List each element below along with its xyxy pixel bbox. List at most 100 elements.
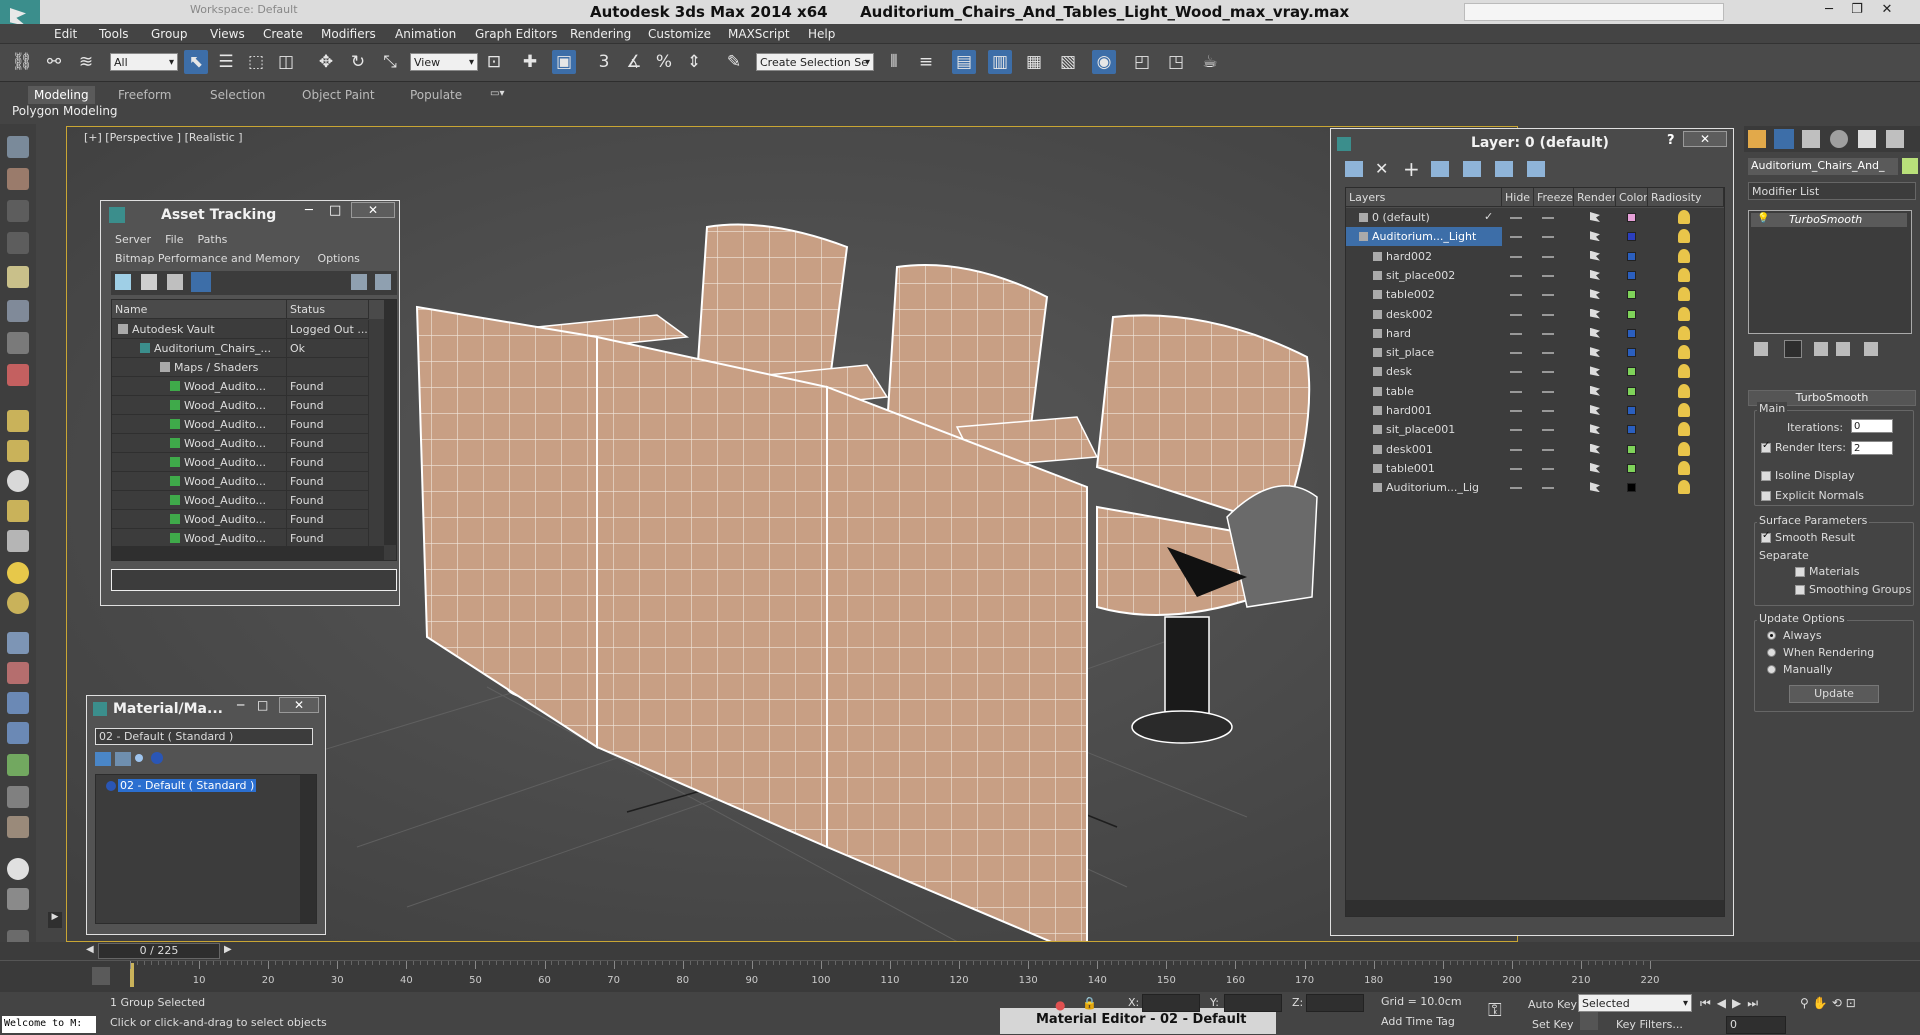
y-coordinate-field[interactable] [1224,994,1282,1012]
light-bulb-icon[interactable]: 💡 [1757,213,1769,224]
horizontal-scrollbar[interactable] [112,546,384,560]
layer-color-swatch[interactable] [1627,213,1636,222]
toggle-layer-manager-icon[interactable]: ▥ [988,50,1012,74]
gear-icon[interactable] [7,722,29,744]
tab-selection[interactable]: Selection [204,86,271,104]
always-radio[interactable] [1767,631,1776,640]
graphite-modeling-tools-icon[interactable]: ▦ [1022,50,1046,74]
freeze-toggle[interactable] [1542,487,1554,490]
menu-paths[interactable]: Paths [198,233,228,246]
rectangular-selection-icon[interactable]: ⬚ [244,50,268,74]
align-icon[interactable]: ≡ [914,50,938,74]
angle-snap-icon[interactable]: ∡ [622,50,646,74]
layer-row[interactable]: desk [1346,362,1724,381]
grid-icon[interactable] [7,232,29,254]
menu-views[interactable]: Views [210,27,245,41]
hide-toggle[interactable] [1510,217,1522,219]
create-layer-icon[interactable] [1345,161,1363,177]
close-button[interactable]: ✕ [351,202,395,218]
auto-key-button[interactable]: Auto Key [1528,998,1577,1011]
rendered-frame-window-icon[interactable]: ◳ [1164,50,1188,74]
close-button[interactable]: ✕ [279,697,319,713]
add-to-layer-icon[interactable]: + [1403,157,1420,181]
menu-rendering[interactable]: Rendering [570,27,631,41]
minimize-button[interactable]: ─ [237,698,244,712]
hide-toggle[interactable] [1510,236,1522,239]
freeze-toggle[interactable] [1542,217,1554,219]
tab-modeling[interactable]: Modeling [28,86,95,104]
hide-toggle[interactable] [1510,429,1522,432]
freeze-all-icon[interactable] [1527,161,1545,177]
freeze-toggle[interactable] [1542,274,1554,277]
table-row[interactable]: Wood_Audito... Found [112,453,384,472]
torus-icon[interactable] [7,500,29,522]
material-editor-icon[interactable]: ◉ [1092,50,1116,74]
render-toggle-icon[interactable] [1590,308,1600,319]
layer-color-swatch[interactable] [1627,251,1636,261]
radiosity-icon[interactable] [1678,306,1690,321]
menu-bitmap-performance[interactable]: Bitmap Performance and Memory [115,252,300,265]
render-toggle-icon[interactable] [1590,327,1600,338]
track-bar[interactable]: 10 20 30 40 50 60 70 80 90 100 110 120 130 140 150 160 1… [0,960,1920,992]
menu-graph-editors[interactable]: Graph Editors [475,27,557,41]
menu-server[interactable]: Server [115,233,151,246]
layer-color-swatch[interactable] [1627,367,1636,377]
delete-layer-icon[interactable]: ✕ [1375,159,1388,178]
spinner-snap-icon[interactable]: ⇕ [682,50,706,74]
hide-toggle[interactable] [1510,371,1522,374]
menu-modifiers[interactable]: Modifiers [321,27,376,41]
window-crossing-icon[interactable]: ◫ [274,50,298,74]
restore-button[interactable]: ❐ [1846,2,1868,20]
key-icon[interactable]: ⚿ [1488,1000,1502,1021]
freeze-toggle[interactable] [1542,236,1554,239]
layer-color-swatch[interactable] [1627,232,1636,242]
layer-color-swatch[interactable] [1627,483,1636,493]
layer-color-swatch[interactable] [1627,328,1636,338]
column-status[interactable]: Status [287,300,369,319]
hide-toggle[interactable] [1510,313,1522,316]
freeze-toggle[interactable] [1542,390,1554,393]
column-name[interactable]: Name [112,300,287,319]
lock-icon[interactable]: 🔒 [1082,996,1097,1010]
rotate-icon[interactable]: ↻ [346,50,370,74]
layer-color-swatch[interactable] [1627,406,1636,415]
set-key-button[interactable]: Set Key [1532,1018,1574,1031]
sphere-icon[interactable] [7,470,29,492]
x-coordinate-field[interactable] [1142,994,1200,1012]
layer-row[interactable]: table001 [1346,459,1724,478]
z-coordinate-field[interactable] [1306,994,1364,1012]
biped-icon[interactable] [7,364,29,386]
hide-toggle[interactable] [1510,255,1522,258]
tab-populate[interactable]: Populate [404,86,468,104]
modify-tab-icon[interactable] [1774,129,1794,149]
hide-toggle[interactable] [1510,410,1522,412]
table-view-icon[interactable] [191,272,211,292]
key-filters-button[interactable]: Key Filters... [1616,1018,1683,1031]
cone-icon[interactable] [7,530,29,552]
radiosity-icon[interactable] [1678,287,1690,302]
named-selection-dropdown[interactable]: Create Selection Se [756,53,874,71]
current-layer-check-icon[interactable]: ✓ [1484,210,1493,223]
render-toggle-icon[interactable] [1590,212,1600,222]
render-toggle-icon[interactable] [1590,405,1600,415]
show-end-result-icon[interactable] [1784,340,1802,358]
layer-color-swatch[interactable] [1627,425,1636,435]
layer-row[interactable]: table002 [1346,285,1724,304]
radiosity-icon[interactable] [1678,460,1690,475]
maxscript-listener[interactable]: Welcome to M: [2,1016,96,1033]
render-toggle-icon[interactable] [1590,289,1600,300]
minimize-button[interactable]: ─ [1818,2,1840,20]
hide-toggle[interactable] [1510,487,1522,490]
radiosity-icon[interactable] [1678,267,1690,282]
smooth-result-checkbox[interactable] [1761,530,1771,543]
hide-toggle[interactable] [1510,294,1522,297]
render-toggle-icon[interactable] [1590,347,1600,358]
hierarchy-tab-icon[interactable] [1802,130,1820,148]
current-frame-field[interactable]: 0 [1726,1016,1786,1034]
render-toggle-icon[interactable] [1590,385,1600,396]
radiosity-icon[interactable] [1678,403,1690,417]
render-toggle-icon[interactable] [1590,250,1600,261]
minimize-button[interactable]: ─ [305,203,313,218]
ribbon-options-icon[interactable]: ▭▾ [490,88,514,102]
radiosity-icon[interactable] [1678,345,1690,360]
